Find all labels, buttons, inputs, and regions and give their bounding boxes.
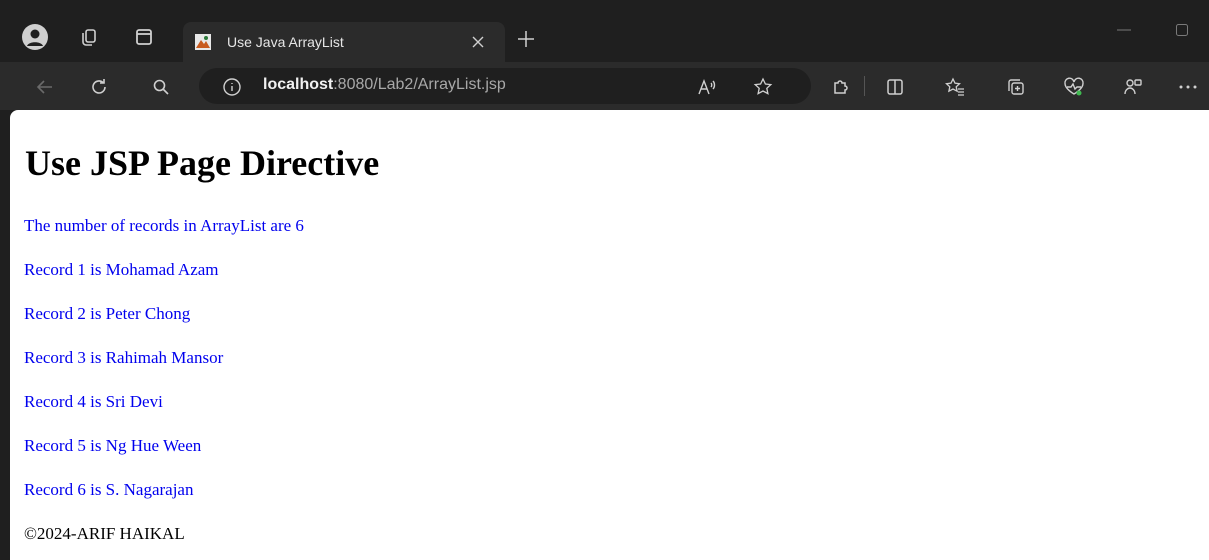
profile-icon[interactable] — [22, 24, 48, 50]
maximize-icon[interactable] — [1170, 20, 1194, 40]
record-item: Record 5 is Ng Hue Ween — [24, 436, 202, 455]
footer-copyright: ©2024-ARIF HAIKAL — [24, 524, 185, 543]
toolbar-divider — [864, 76, 865, 96]
tab-title: Use Java ArrayList — [227, 34, 344, 50]
url-path: :8080/Lab2/ArrayList.jsp — [333, 76, 506, 93]
read-aloud-icon[interactable] — [695, 74, 721, 100]
health-icon[interactable] — [1061, 74, 1087, 100]
tab-strip: Use Java ArrayList — [0, 0, 1209, 62]
active-tab[interactable]: Use Java ArrayList — [183, 22, 505, 62]
more-icon[interactable] — [1175, 74, 1201, 100]
record-item: Record 2 is Peter Chong — [24, 304, 191, 323]
page-heading: Use JSP Page Directive — [25, 143, 380, 183]
record-item: Record 6 is S. Nagarajan — [24, 480, 194, 499]
copilot-icon[interactable] — [1120, 74, 1146, 100]
close-icon[interactable] — [463, 27, 493, 57]
tab-actions-icon[interactable] — [76, 24, 102, 50]
vertical-tabs-icon[interactable] — [131, 24, 157, 50]
collections-icon[interactable] — [1003, 74, 1029, 100]
extensions-icon[interactable] — [828, 74, 854, 100]
record-item: Record 3 is Rahimah Mansor — [24, 348, 224, 367]
split-screen-icon[interactable] — [882, 74, 908, 100]
back-icon[interactable] — [32, 74, 58, 100]
favorite-icon[interactable] — [750, 74, 776, 100]
url-text[interactable]: localhost:8080/Lab2/ArrayList.jsp — [263, 76, 506, 94]
plus-icon[interactable] — [511, 24, 541, 54]
record-item: Record 1 is Mohamad Azam — [24, 260, 219, 279]
info-icon[interactable] — [219, 74, 245, 100]
page-content: Use JSP Page Directive The number of rec… — [10, 110, 1209, 560]
favorites-icon[interactable] — [942, 74, 968, 100]
url-host: localhost — [263, 76, 334, 93]
search-icon[interactable] — [148, 74, 174, 100]
favicon-icon — [195, 34, 211, 50]
record-count-text: The number of records in ArrayList are 6 — [24, 216, 304, 235]
minimize-icon[interactable] — [1112, 22, 1136, 38]
refresh-icon[interactable] — [86, 74, 112, 100]
record-item: Record 4 is Sri Devi — [24, 392, 163, 411]
